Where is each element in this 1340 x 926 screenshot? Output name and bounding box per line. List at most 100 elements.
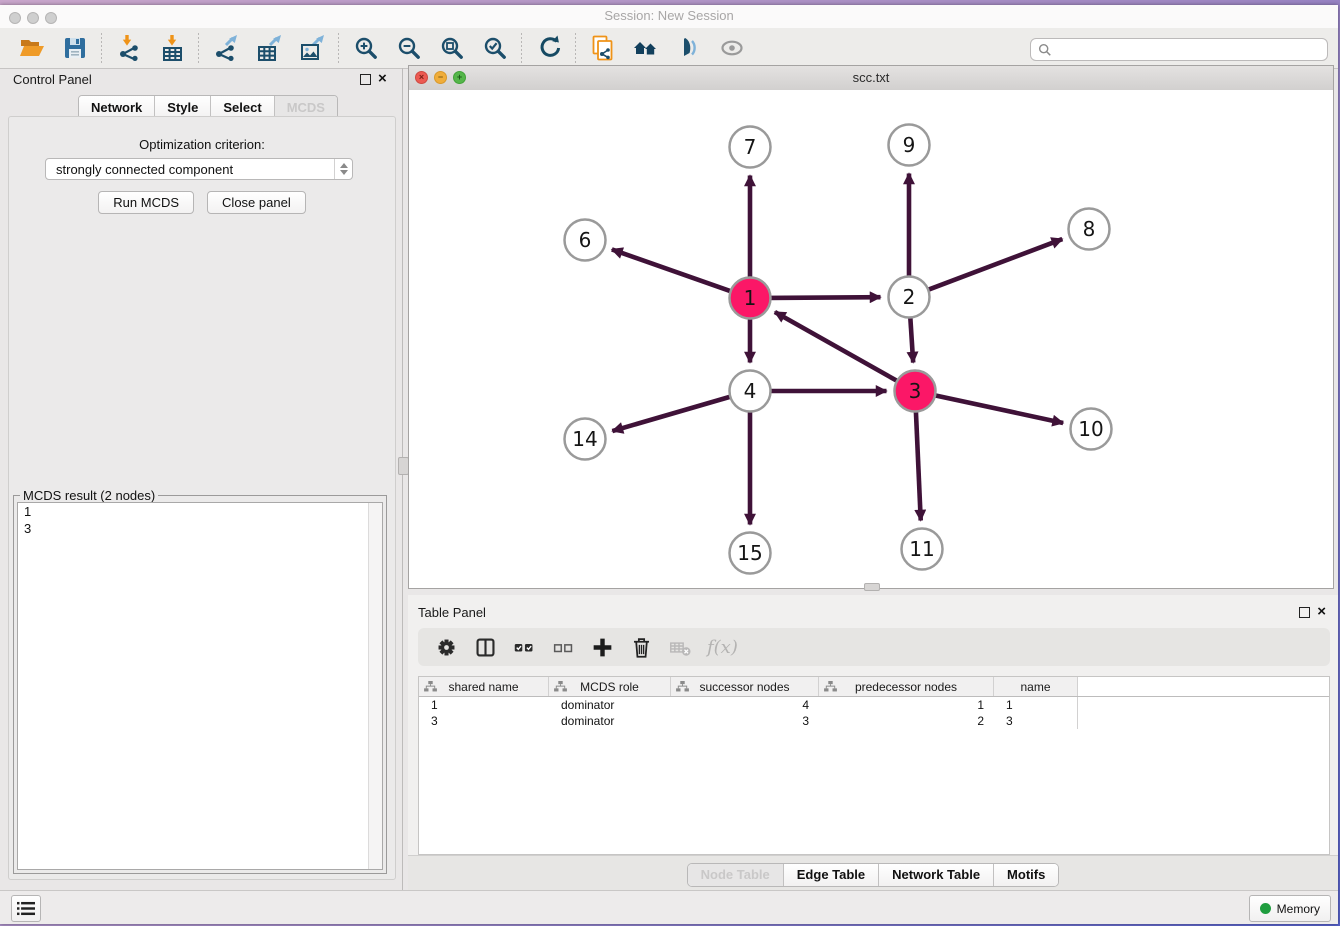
vertical-splitter[interactable] <box>402 68 403 891</box>
save-session-icon[interactable] <box>61 35 88 62</box>
graphics-details-icon[interactable] <box>675 35 702 62</box>
shared-column-icon <box>824 681 837 692</box>
add-column-icon[interactable] <box>590 635 615 660</box>
close-panel-icon[interactable]: × <box>378 73 387 85</box>
control-panel-title: Control Panel <box>13 72 92 87</box>
graph-edge-3-10[interactable] <box>932 395 1063 423</box>
graph-node-11[interactable]: 11 <box>902 529 943 570</box>
toolbar-separator <box>575 33 576 63</box>
column-settings-gear-icon[interactable] <box>434 635 459 660</box>
graph-node-8[interactable]: 8 <box>1069 209 1110 250</box>
memory-status-icon <box>1260 903 1271 914</box>
app-titlebar: Session: New Session <box>0 5 1338 29</box>
search-box <box>1030 38 1328 61</box>
delete-column-trash-icon[interactable] <box>629 635 654 660</box>
zoom-out-icon[interactable] <box>395 35 422 62</box>
search-icon <box>1038 43 1052 57</box>
zoom-selected-icon[interactable] <box>481 35 508 62</box>
home-icon[interactable] <box>632 35 659 62</box>
column-browser-icon[interactable] <box>473 635 498 660</box>
delete-table-icon[interactable] <box>668 635 693 660</box>
run-mcds-button[interactable]: Run MCDS <box>98 191 194 214</box>
node-table: shared name MCDS role successor nodes pr… <box>418 676 1330 855</box>
horizontal-splitter-handle[interactable] <box>864 583 880 591</box>
column-header-predecessor-nodes[interactable]: predecessor nodes <box>819 677 994 696</box>
float-panel-icon[interactable] <box>360 74 371 85</box>
close-panel-icon[interactable]: × <box>1317 606 1326 618</box>
network-window-titlebar[interactable]: × − + scc.txt <box>409 66 1333 91</box>
function-builder-icon[interactable]: f(x) <box>707 637 738 658</box>
graph-edge-1-6[interactable] <box>612 249 734 292</box>
graph-node-9[interactable]: 9 <box>889 125 930 166</box>
toolbar-separator <box>338 33 339 63</box>
zoom-fit-icon[interactable] <box>438 35 465 62</box>
column-header-shared-name[interactable]: shared name <box>419 677 549 696</box>
graph-node-10[interactable]: 10 <box>1071 409 1112 450</box>
svg-text:2: 2 <box>903 285 916 309</box>
tab-network-table[interactable]: Network Table <box>879 864 994 886</box>
import-table-icon[interactable] <box>158 35 185 62</box>
cell-shared-name: 1 <box>419 697 549 713</box>
tab-motifs[interactable]: Motifs <box>994 864 1058 886</box>
apply-layout-icon[interactable] <box>535 35 562 62</box>
float-panel-icon[interactable] <box>1299 607 1310 618</box>
graph-node-4[interactable]: 4 <box>730 371 771 412</box>
result-scrollbar[interactable] <box>368 503 382 869</box>
cell-mcds-role: dominator <box>549 697 671 713</box>
export-table-icon[interactable] <box>255 35 282 62</box>
graph-node-7[interactable]: 7 <box>730 127 771 168</box>
graph-node-3[interactable]: 3 <box>895 371 936 412</box>
memory-button[interactable]: Memory <box>1249 895 1331 922</box>
zoom-in-icon[interactable] <box>352 35 379 62</box>
mcds-result-item: 3 <box>18 520 382 537</box>
table-row[interactable]: 3 dominator 3 2 3 <box>419 713 1329 729</box>
graph-node-14[interactable]: 14 <box>565 419 606 460</box>
cell-name: 1 <box>994 697 1078 713</box>
task-history-button[interactable] <box>11 895 41 922</box>
column-header-name[interactable]: name <box>994 677 1078 696</box>
graph-node-6[interactable]: 6 <box>565 220 606 261</box>
main-toolbar <box>0 28 1338 69</box>
graph-edge-4-14[interactable] <box>612 396 733 431</box>
tab-edge-table[interactable]: Edge Table <box>784 864 879 886</box>
graph-edge-3-1[interactable] <box>775 312 900 382</box>
open-session-icon[interactable] <box>18 35 45 62</box>
network-canvas[interactable]: 7 9 6 8 1 2 4 3 14 10 15 11 <box>409 90 1333 588</box>
column-header-mcds-role[interactable]: MCDS role <box>549 677 671 696</box>
table-row[interactable]: 1 dominator 4 1 1 <box>419 697 1329 713</box>
graph-edge-3-11[interactable] <box>916 408 921 520</box>
select-all-rows-icon[interactable] <box>512 635 537 660</box>
table-panel: Table Panel × f(x) shared name MCDS role… <box>408 595 1338 891</box>
optimization-criterion-value: strongly connected component <box>46 162 334 177</box>
column-header-successor-nodes[interactable]: successor nodes <box>671 677 819 696</box>
app-window: Session: New Session Control Panel × <box>0 5 1338 924</box>
network-window-title: scc.txt <box>409 70 1333 85</box>
mcds-result-item: 1 <box>18 503 382 520</box>
tab-node-table[interactable]: Node Table <box>688 864 784 886</box>
graph-edge-2-8[interactable] <box>925 239 1062 291</box>
cell-successor-nodes: 4 <box>671 697 819 713</box>
graph-node-15[interactable]: 15 <box>730 533 771 574</box>
import-network-icon[interactable] <box>115 35 142 62</box>
graph-edge-2-3[interactable] <box>910 314 913 362</box>
export-network-icon[interactable] <box>212 35 239 62</box>
mcds-result-list[interactable]: 1 3 <box>17 502 383 870</box>
graph-node-2[interactable]: 2 <box>889 277 930 318</box>
deselect-all-rows-icon[interactable] <box>551 635 576 660</box>
svg-text:10: 10 <box>1078 417 1103 441</box>
search-input[interactable] <box>1057 41 1327 59</box>
mcds-panel: Optimization criterion: strongly connect… <box>8 116 396 880</box>
svg-text:6: 6 <box>579 228 592 252</box>
toolbar-separator <box>521 33 522 63</box>
control-panel-buttons: × <box>360 73 387 85</box>
shared-column-icon <box>424 681 437 692</box>
close-panel-button[interactable]: Close panel <box>207 191 306 214</box>
eye-icon[interactable] <box>718 35 745 62</box>
table-tabs-band: Node Table Edge Table Network Table Moti… <box>408 855 1338 891</box>
new-network-from-file-icon[interactable] <box>589 35 616 62</box>
graph-node-1[interactable]: 1 <box>730 278 771 319</box>
graph-edge-1-2[interactable] <box>767 297 880 298</box>
optimization-criterion-label: Optimization criterion: <box>9 137 395 152</box>
export-image-icon[interactable] <box>298 35 325 62</box>
optimization-criterion-select[interactable]: strongly connected component <box>45 158 353 180</box>
